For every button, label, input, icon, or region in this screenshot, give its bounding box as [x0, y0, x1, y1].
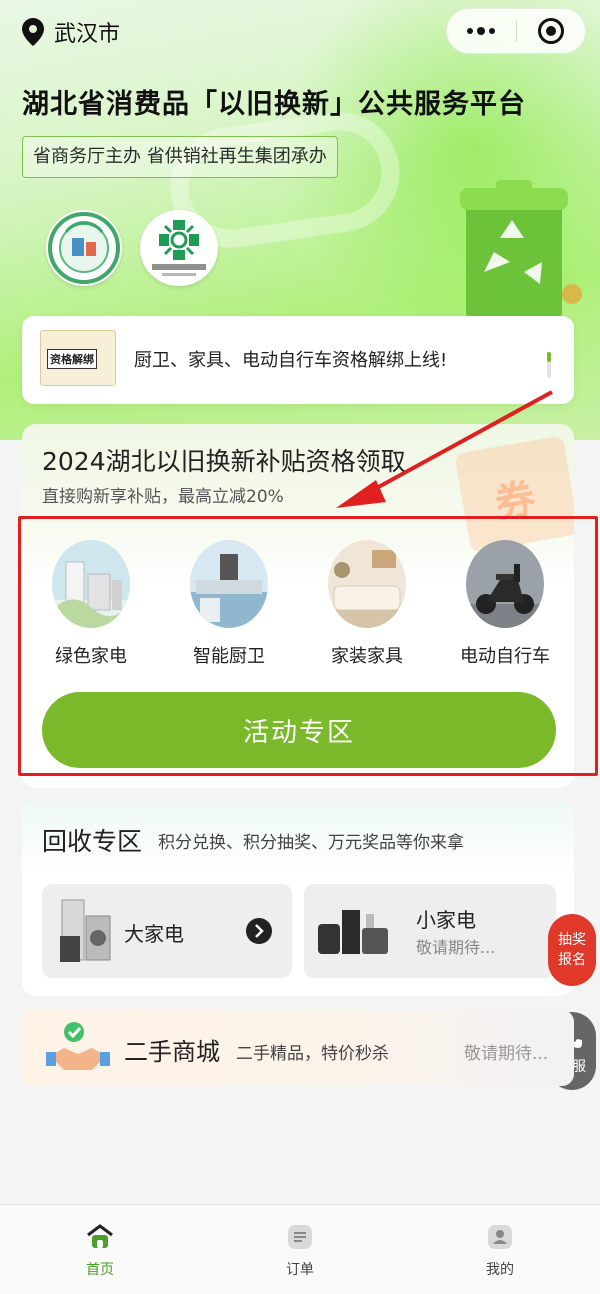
small-appliances-title: 小家电: [416, 908, 476, 932]
location-selector[interactable]: 武汉市: [22, 16, 120, 48]
secondhand-title: 二手商城: [124, 1038, 220, 1066]
large-appliances-image: [60, 899, 111, 962]
subsidy-subtitle: 直接购新享补贴，最高立减20%: [42, 487, 284, 507]
appliances-image: [52, 540, 130, 628]
china-coop-logo: [140, 210, 218, 286]
secondhand-note: 敬请期待...: [464, 1044, 549, 1064]
recycle-section: 回收专区 积分兑换、积分抽奖、万元奖品等你来拿 大家电 小家电 敬请期待...: [22, 800, 574, 996]
recycle-title: 回收专区: [42, 827, 143, 856]
page-title: 湖北省消费品「以旧换新」公共服务平台: [22, 89, 526, 120]
announcement-text: 厨卫、家具、电动自行车资格解绑上线!: [134, 350, 448, 371]
coupon-char: 券: [491, 475, 539, 528]
category-green-appliances[interactable]: 绿色家电: [26, 540, 156, 670]
order-icon: [288, 1225, 312, 1249]
trade-in-logo: [46, 210, 122, 286]
handshake-icon: [46, 1022, 110, 1070]
category-list: 绿色家电 智能厨卫 家装家具 电动自行车: [22, 540, 574, 670]
tab-label: 订单: [286, 1262, 314, 1278]
close-miniprogram-button[interactable]: [517, 8, 586, 54]
tab-label: 首页: [86, 1262, 114, 1278]
small-appliances-note: 敬请期待...: [416, 938, 496, 957]
lottery-label-line2: 报名: [558, 952, 586, 968]
tab-profile[interactable]: 我的: [400, 1205, 600, 1294]
tab-label: 我的: [486, 1262, 514, 1278]
secondhand-mall-banner[interactable]: 二手商城 二手精品，特价秒杀 敬请期待...: [22, 1010, 574, 1086]
more-dots-icon: [467, 28, 474, 34]
lottery-signup-button[interactable]: 抽奖 报名: [548, 914, 596, 986]
coupon-decoration: 券: [454, 435, 574, 553]
category-label: 智能厨卫: [193, 646, 265, 667]
announcement-thumbnail-label: 资格解绑: [47, 349, 97, 369]
ebike-image: [466, 540, 544, 628]
profile-icon: [488, 1225, 512, 1249]
furniture-image: [328, 540, 406, 628]
subsidy-title: 2024湖北以旧换新补贴资格领取: [42, 447, 406, 476]
tab-home[interactable]: 首页: [0, 1205, 200, 1294]
category-label: 家装家具: [331, 646, 403, 667]
announcement-bar[interactable]: 资格解绑 厨卫、家具、电动自行车资格解绑上线!: [22, 316, 574, 404]
target-icon: [537, 18, 564, 44]
bottom-tab-bar: 首页 订单 我的: [0, 1204, 600, 1294]
scroll-indicator-icon: [547, 352, 551, 378]
large-appliances-card[interactable]: 大家电: [42, 884, 292, 978]
miniprogram-capsule: [446, 8, 586, 54]
large-appliances-title: 大家电: [124, 922, 184, 946]
category-label: 电动自行车: [460, 646, 550, 667]
activity-zone-button[interactable]: 活动专区: [42, 692, 556, 768]
home-icon: [87, 1224, 113, 1248]
location-city: 武汉市: [54, 22, 121, 47]
recycle-subtitle: 积分兑换、积分抽奖、万元奖品等你来拿: [158, 833, 464, 853]
small-appliances-image: [318, 910, 388, 954]
secondhand-subtitle: 二手精品，特价秒杀: [236, 1044, 389, 1064]
category-smart-kitchen[interactable]: 智能厨卫: [164, 540, 294, 670]
small-appliances-card[interactable]: 小家电 敬请期待...: [304, 884, 556, 978]
more-menu-button[interactable]: [447, 8, 516, 54]
location-pin-icon: [22, 18, 44, 46]
category-e-bike[interactable]: 电动自行车: [440, 540, 570, 670]
announcement-thumbnail: 资格解绑: [40, 330, 116, 386]
kitchen-image: [190, 540, 268, 628]
organizer-banner: 省商务厅主办 省供销社再生集团承办: [22, 136, 338, 178]
category-home-furniture[interactable]: 家装家具: [302, 540, 432, 670]
tab-orders[interactable]: 订单: [200, 1205, 400, 1294]
category-label: 绿色家电: [55, 646, 127, 667]
chevron-right-icon[interactable]: [246, 918, 272, 944]
lottery-label-line1: 抽奖: [558, 932, 586, 948]
